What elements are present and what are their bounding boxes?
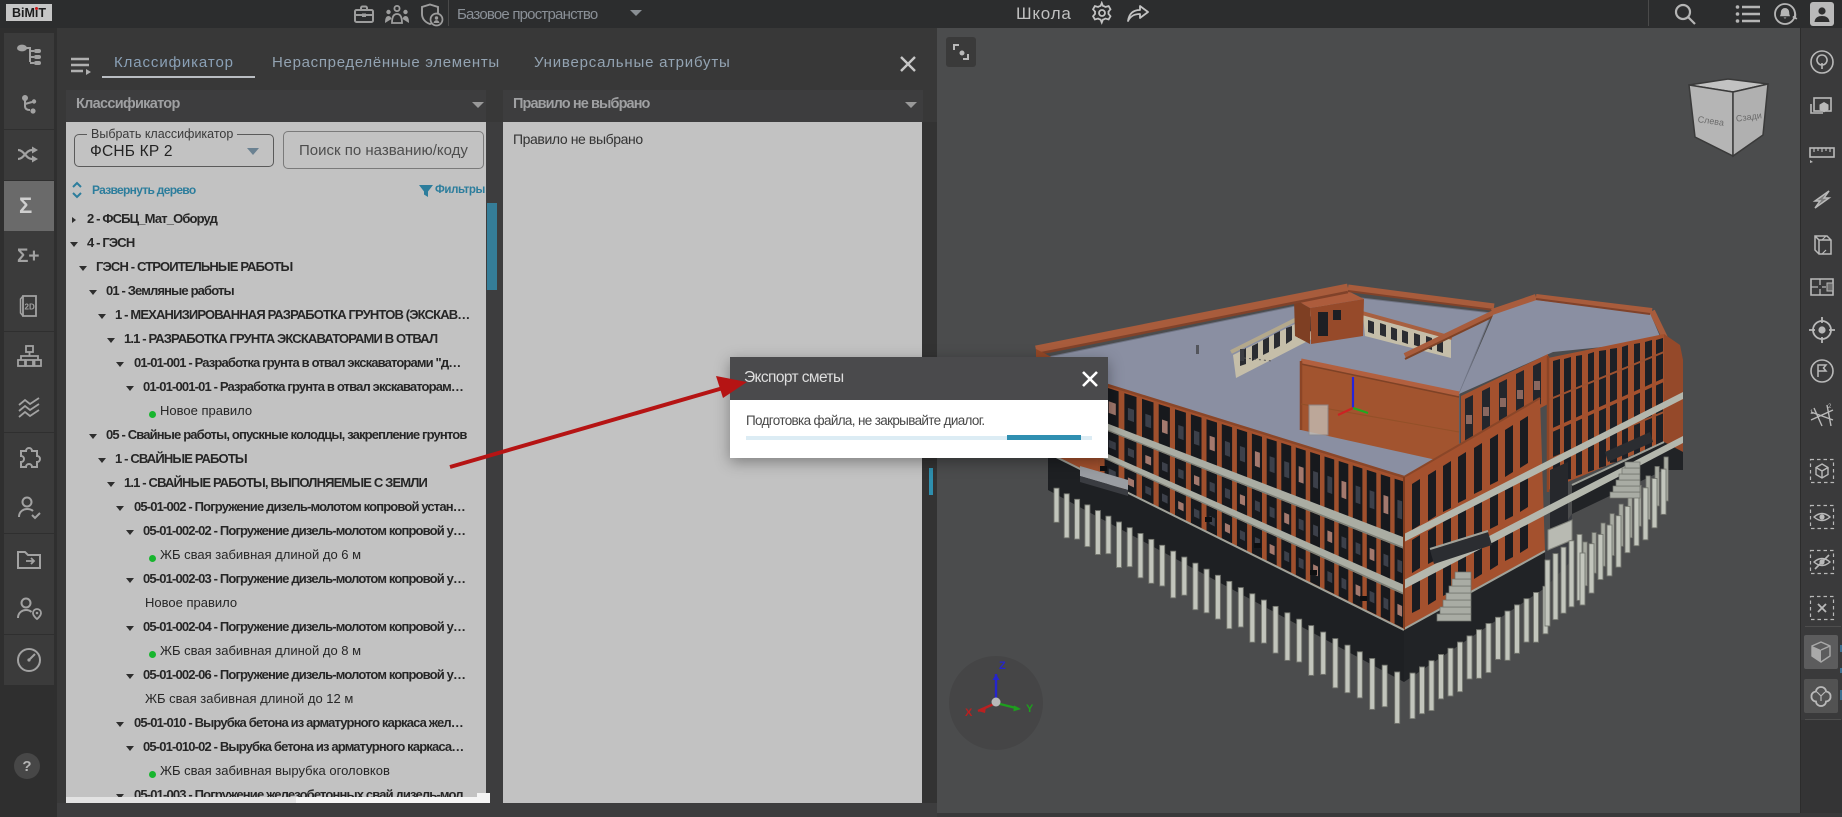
svg-text:X: X [965, 707, 973, 719]
svg-text:Y: Y [1026, 703, 1034, 715]
svg-text:Σ+: Σ+ [17, 246, 40, 267]
svg-text:Z: Z [999, 660, 1006, 672]
svg-text:Σ: Σ [19, 193, 32, 218]
svg-text:2: 2 [1828, 404, 1832, 410]
svg-text:2D: 2D [25, 303, 35, 312]
